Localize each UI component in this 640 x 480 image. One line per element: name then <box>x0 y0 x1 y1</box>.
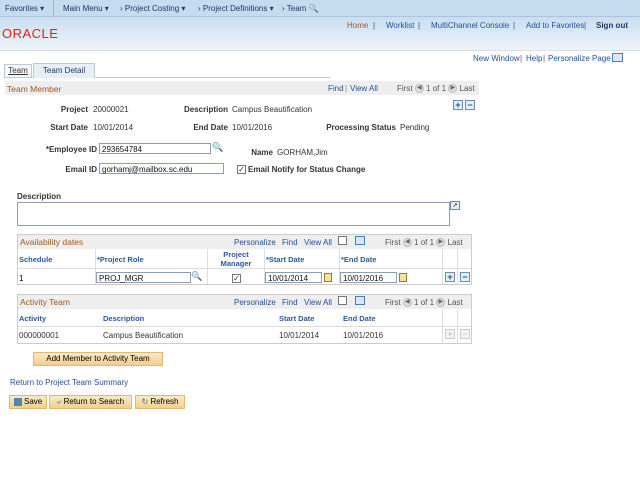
processing-status-value: Pending <box>400 123 430 132</box>
processing-status-label: Processing Status <box>326 123 396 132</box>
start-date-value: 10/01/2014 <box>93 123 134 132</box>
calendar-icon[interactable] <box>324 273 332 282</box>
expand-textarea-icon[interactable]: ↗ <box>450 201 460 210</box>
next-icon[interactable]: ▶ <box>436 238 446 248</box>
delete-row-button[interactable]: − <box>465 100 475 110</box>
column-header-end-date: *End Date <box>341 255 377 264</box>
email-notify-label: Email Notify for Status Change <box>248 165 366 174</box>
add-row-button[interactable]: + <box>445 272 455 282</box>
team-member-header: Team Member Find | View All First ◀ 1 of… <box>5 81 479 95</box>
add-row-button: + <box>445 329 455 339</box>
email-id-label: Email ID <box>65 165 97 174</box>
zoom-grid-icon[interactable] <box>338 236 347 245</box>
activity-start-date-value: 10/01/2014 <box>279 331 320 340</box>
search-page-icon: 🔍 <box>308 4 319 13</box>
help-link[interactable]: Help <box>526 54 542 63</box>
next-icon[interactable]: ▶ <box>448 84 458 94</box>
calendar-icon[interactable] <box>399 273 407 282</box>
header: Home | Worklist | MultiChannel Console |… <box>0 17 640 50</box>
tab-team[interactable]: Team <box>4 64 32 78</box>
breadcrumb-project-definitions[interactable]: › Project Definitions ▾ <box>198 4 274 13</box>
multichannel-console-link[interactable]: MultiChannel Console <box>431 21 509 30</box>
project-role-input[interactable]: PROJ_MGR <box>96 272 191 283</box>
main-menu[interactable]: Main Menu ▾ <box>63 4 109 13</box>
find-link[interactable]: Find <box>328 84 344 93</box>
lookup-icon[interactable]: 🔍 <box>212 142 223 153</box>
sign-out-link[interactable]: Sign out <box>596 21 628 30</box>
column-header-end-date: End Date <box>343 314 376 323</box>
activity-end-date-value: 10/01/2016 <box>343 331 384 340</box>
add-member-to-activity-team-button[interactable]: Add Member to Activity Team <box>33 352 163 366</box>
description-label: Description <box>183 105 228 114</box>
end-date-value: 10/01/2016 <box>232 123 273 132</box>
email-notify-checkbox[interactable]: ✓ <box>237 165 246 174</box>
column-header-schedule: Schedule <box>19 255 53 264</box>
refresh-button[interactable]: ↻ Refresh <box>135 395 185 409</box>
add-row-button[interactable]: + <box>453 100 463 110</box>
start-date-label: Start Date <box>50 123 88 132</box>
start-date-input[interactable]: 10/01/2014 <box>265 272 322 283</box>
download-icon[interactable] <box>355 296 365 305</box>
personalize-page-link[interactable]: Personalize Page <box>548 54 611 63</box>
zoom-grid-icon[interactable] <box>338 296 347 305</box>
employee-id-label: *Employee ID <box>45 145 97 154</box>
activity-description-value: Campus Beautification <box>103 331 184 340</box>
new-window-link[interactable]: New Window <box>473 54 520 63</box>
breadcrumb-team[interactable]: › Team 🔍 <box>282 4 319 13</box>
name-value: GORHAM,Jim <box>277 148 328 157</box>
project-manager-checkbox[interactable]: ✓ <box>232 274 241 283</box>
activity-team-header: Activity Team Personalize Find View All … <box>18 295 471 309</box>
column-header-activity: Activity <box>19 314 47 323</box>
previous-icon[interactable]: ◀ <box>414 84 424 94</box>
grid-layout-icon[interactable] <box>612 53 623 62</box>
return-to-project-team-summary-link[interactable]: Return to Project Team Summary <box>10 378 128 387</box>
return-to-search-icon: ⤶ <box>56 397 62 406</box>
long-description-textarea[interactable] <box>17 202 450 226</box>
availability-header: Availability dates Personalize Find View… <box>18 235 471 249</box>
download-icon[interactable] <box>355 236 365 245</box>
view-all-link[interactable]: View All <box>304 238 332 247</box>
return-to-search-button[interactable]: ⤶ Return to Search <box>49 395 132 409</box>
next-icon[interactable]: ▶ <box>436 298 446 308</box>
view-all-link[interactable]: View All <box>304 298 332 307</box>
project-value: 20000021 <box>93 105 129 114</box>
description-value: Campus Beautification <box>232 105 313 114</box>
previous-icon[interactable]: ◀ <box>402 238 412 248</box>
project-label: Project <box>60 105 88 114</box>
view-all-link[interactable]: View All <box>350 84 378 93</box>
refresh-icon: ↻ <box>141 397 149 406</box>
column-header-start-date: *Start Date <box>266 255 305 264</box>
activity-value: 000000001 <box>19 331 60 340</box>
email-id-input[interactable]: gorhamj@mailbox.sc.edu <box>99 163 224 174</box>
breadcrumb-project-costing[interactable]: › Project Costing ▾ <box>120 4 185 13</box>
oracle-logo: ORACLE <box>2 26 59 41</box>
end-date-label: End Date <box>193 123 228 132</box>
personalize-link[interactable]: Personalize <box>234 298 276 307</box>
favorites-menu[interactable]: Favorites ▾ <box>5 4 44 13</box>
worklist-link[interactable]: Worklist <box>386 21 414 30</box>
name-label: Name <box>251 148 273 157</box>
personalize-link[interactable]: Personalize <box>234 238 276 247</box>
employee-id-input[interactable]: 293654784 <box>99 143 211 154</box>
column-header-description: Description <box>103 314 145 323</box>
previous-icon[interactable]: ◀ <box>402 298 412 308</box>
save-icon <box>13 397 22 406</box>
top-nav-bar: Favorites ▾ Main Menu ▾ › Project Costin… <box>0 0 640 17</box>
add-to-favorites-link[interactable]: Add to Favorites <box>526 21 584 30</box>
column-header-start-date: Start Date <box>279 314 315 323</box>
long-description-label: Description <box>17 192 62 201</box>
tab-team-detail[interactable]: Team Detail <box>33 63 95 78</box>
save-button[interactable]: Save <box>9 395 47 409</box>
find-link[interactable]: Find <box>282 238 298 247</box>
schedule-value: 1 <box>19 274 24 283</box>
end-date-input[interactable]: 10/01/2016 <box>340 272 397 283</box>
column-header-project-manager: Project Manager <box>220 250 252 268</box>
column-header-project-role: *Project Role <box>97 255 144 264</box>
delete-row-button[interactable]: − <box>460 272 470 282</box>
find-link[interactable]: Find <box>282 298 298 307</box>
lookup-icon[interactable]: 🔍 <box>191 271 202 282</box>
delete-row-button: − <box>460 329 470 339</box>
home-link[interactable]: Home <box>347 21 368 30</box>
